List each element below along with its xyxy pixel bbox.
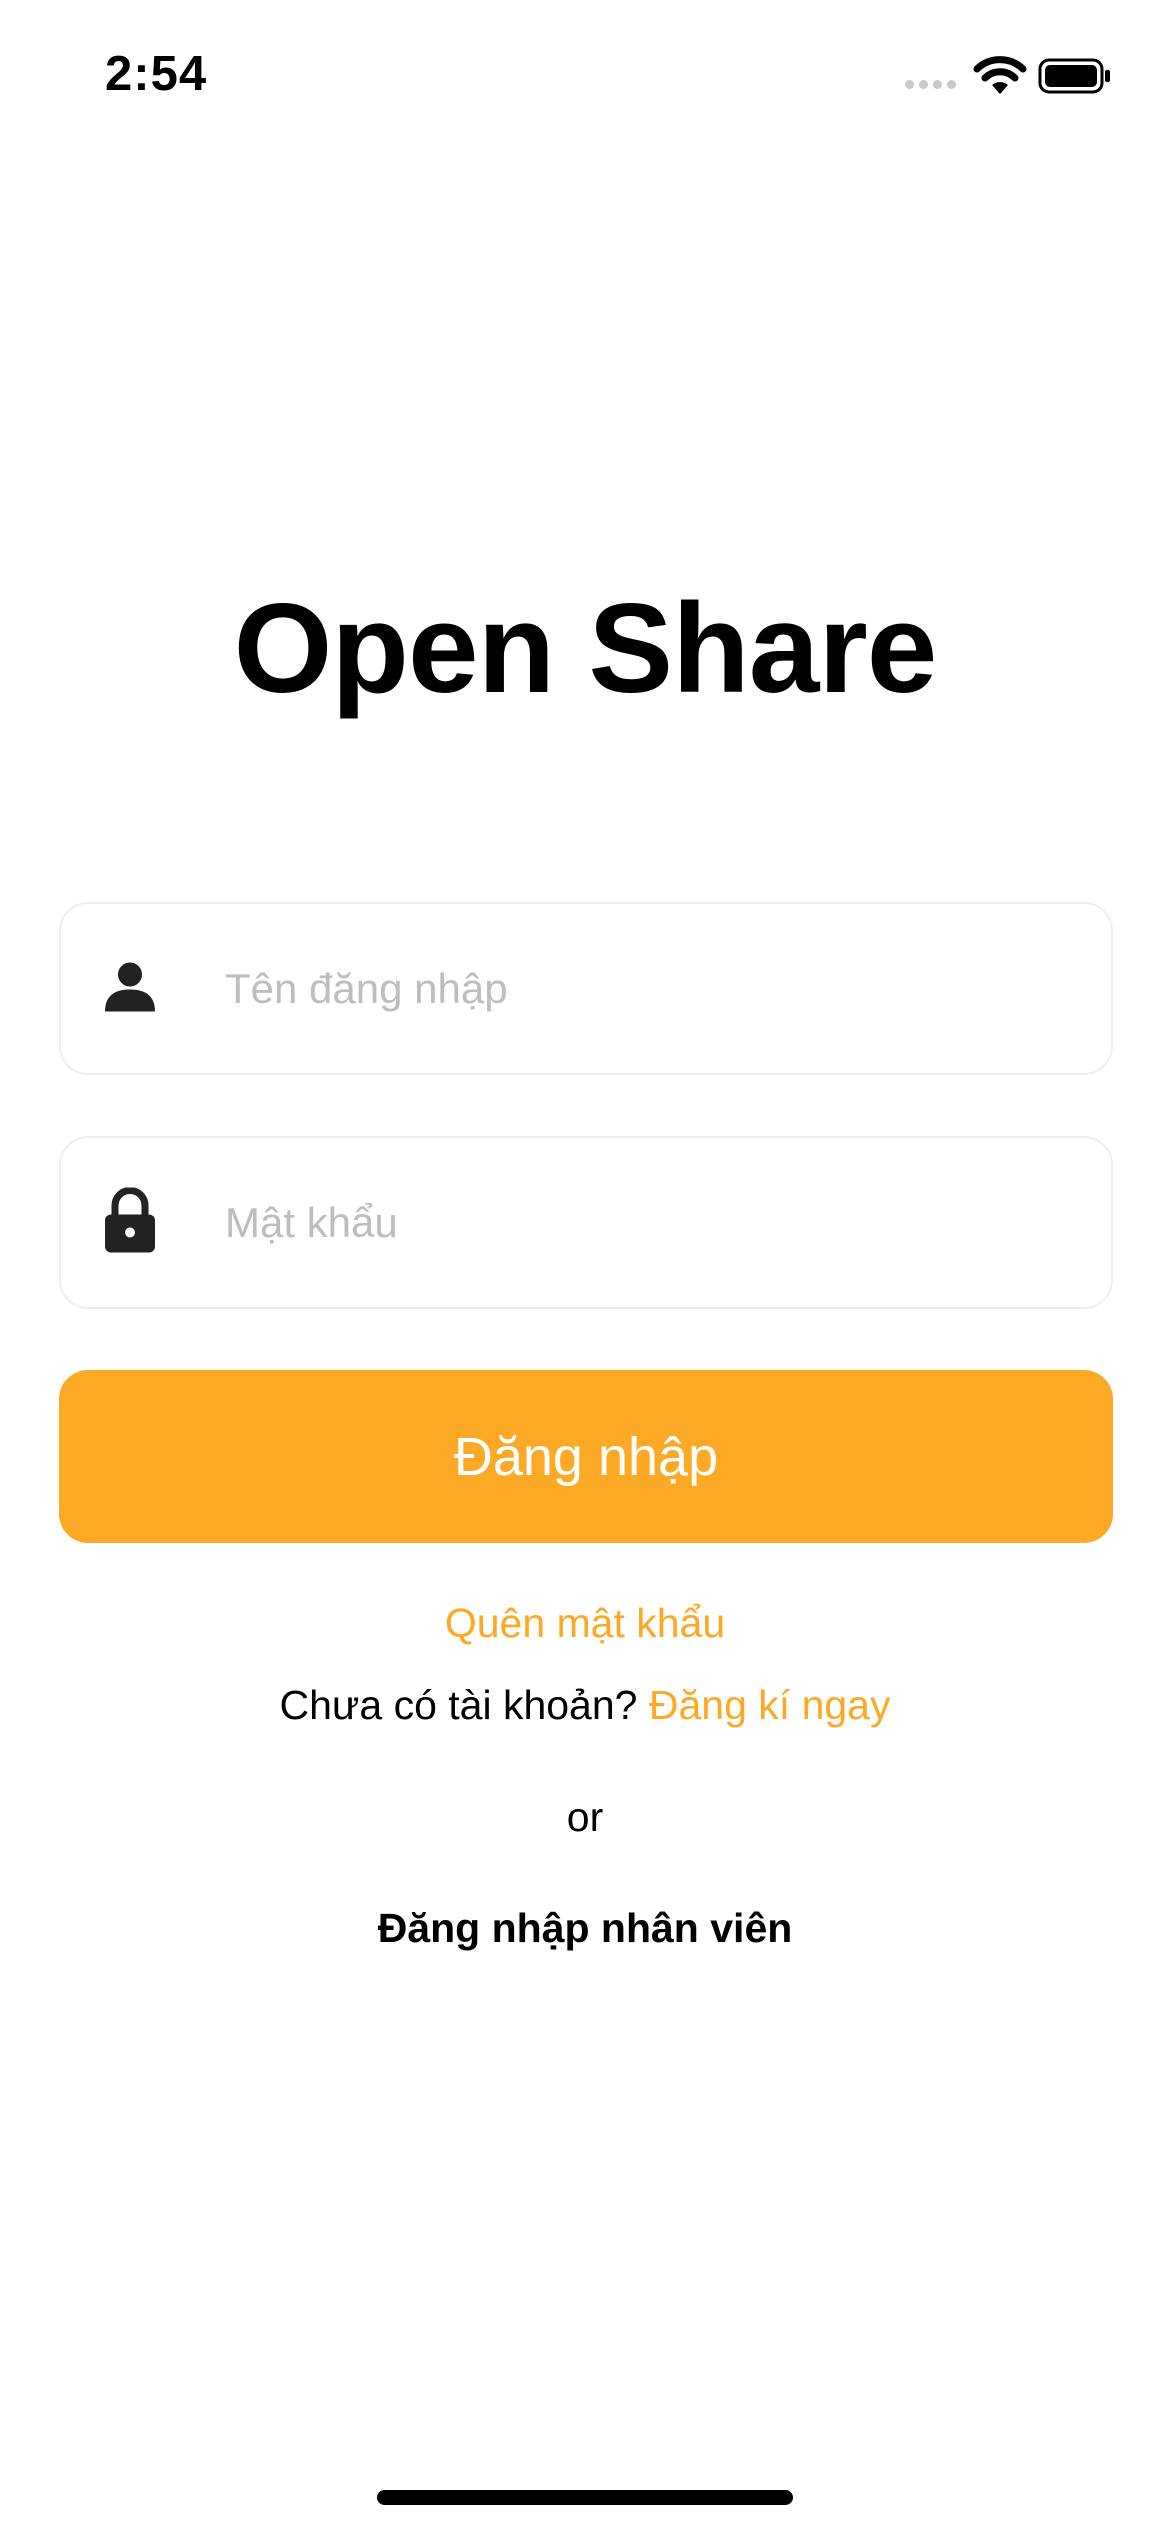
or-separator: or: [566, 1794, 604, 1840]
password-field[interactable]: [59, 1136, 1113, 1309]
password-input[interactable]: [225, 1138, 1085, 1307]
login-screen: 2:54 Open Share Tên đăng nhập Đăng nhập …: [0, 0, 1170, 2532]
signup-now-link[interactable]: Đăng kí ngay: [649, 1682, 891, 1728]
username-input[interactable]: [225, 904, 1085, 1073]
lock-icon: [103, 1186, 157, 1258]
username-field[interactable]: [59, 902, 1113, 1075]
cellular-signal-icon: [905, 80, 956, 89]
signup-prompt: Chưa có tài khoản? Đăng kí ngay: [0, 1682, 1170, 1729]
battery-icon: [1038, 58, 1112, 99]
status-time: 2:54: [105, 47, 208, 101]
forgot-password-link[interactable]: Quên mật khẩu: [0, 1600, 1170, 1647]
employee-login-link[interactable]: Đăng nhập nhân viên: [0, 1905, 1170, 1952]
wifi-icon: [972, 54, 1028, 101]
home-indicator[interactable]: [377, 2490, 793, 2505]
user-icon: [103, 959, 157, 1018]
login-button[interactable]: Đăng nhập: [59, 1370, 1113, 1543]
app-title: Open Share: [233, 577, 938, 719]
no-account-text: Chưa có tài khoản?: [279, 1682, 638, 1728]
